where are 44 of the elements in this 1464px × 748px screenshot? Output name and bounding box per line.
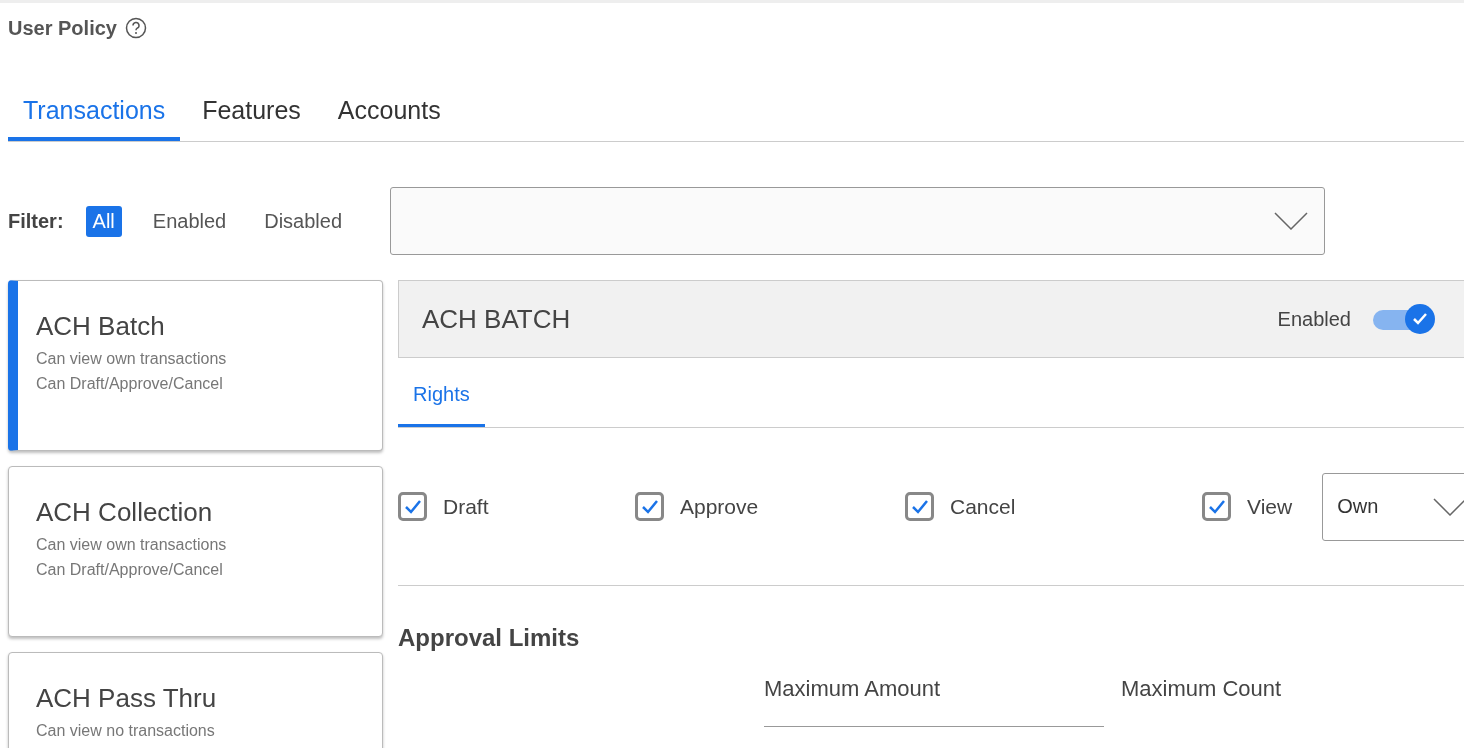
card-description: Can view no transactions	[36, 721, 216, 741]
check-icon	[640, 498, 659, 515]
checkbox[interactable]	[398, 492, 427, 521]
column-header: Maximum Amount	[764, 676, 942, 702]
card-title: ACH Pass Thru	[36, 683, 218, 714]
select-field[interactable]	[390, 187, 1326, 255]
filter-label: Filter:	[8, 209, 64, 233]
card-description: Can Draft/Approve/Cancel	[36, 374, 224, 394]
filter-option[interactable]: All	[85, 205, 122, 237]
checkbox[interactable]	[905, 492, 934, 521]
chevron-down-icon	[1433, 497, 1464, 516]
check-icon	[910, 498, 929, 515]
tab[interactable]: Transactions	[8, 96, 181, 141]
filter-option[interactable]: Enabled	[145, 205, 234, 237]
checkbox[interactable]	[1202, 492, 1231, 521]
card-description: Can view own transactions	[36, 535, 228, 555]
checkbox-label: Approve	[680, 494, 759, 519]
checkbox-label: View	[1247, 494, 1293, 519]
card-title: ACH Collection	[36, 497, 214, 528]
card-title: ACH Batch	[36, 311, 166, 342]
checkbox-label: Draft	[443, 494, 489, 519]
section-heading: Approval Limits	[398, 624, 581, 652]
checkbox-label: Cancel	[950, 494, 1016, 519]
check-icon	[1412, 312, 1428, 326]
check-icon	[403, 498, 422, 515]
page-title: User Policy	[8, 16, 117, 40]
help-icon[interactable]	[124, 17, 147, 39]
status-label: Enabled	[1277, 307, 1351, 331]
chevron-down-icon	[1274, 212, 1309, 230]
filter-option[interactable]: Disabled	[257, 205, 350, 237]
tab[interactable]: Rights	[398, 383, 485, 427]
transaction-card[interactable]: ACH Batch Can view own transactions Can Draft/Approve/Cancel	[8, 280, 383, 451]
section-title: ACH BATCH	[422, 303, 572, 335]
toggle-switch[interactable]	[1373, 306, 1435, 332]
transaction-card[interactable]: ACH Collection Can view own transactions Can Draft/Approve/Cancel	[8, 466, 383, 637]
check-icon	[1207, 498, 1226, 515]
transaction-card[interactable]: ACH Pass Thru Can view no transactions	[8, 652, 383, 748]
card-description: Can view own transactions	[36, 349, 228, 369]
tab[interactable]: Accounts	[322, 96, 456, 141]
card-description: Can Draft/Approve/Cancel	[36, 560, 224, 580]
column-header: Maximum Count	[1121, 676, 1283, 702]
select-field[interactable]: Own	[1322, 472, 1464, 541]
tab[interactable]: Features	[187, 96, 316, 141]
checkbox[interactable]	[635, 492, 664, 521]
